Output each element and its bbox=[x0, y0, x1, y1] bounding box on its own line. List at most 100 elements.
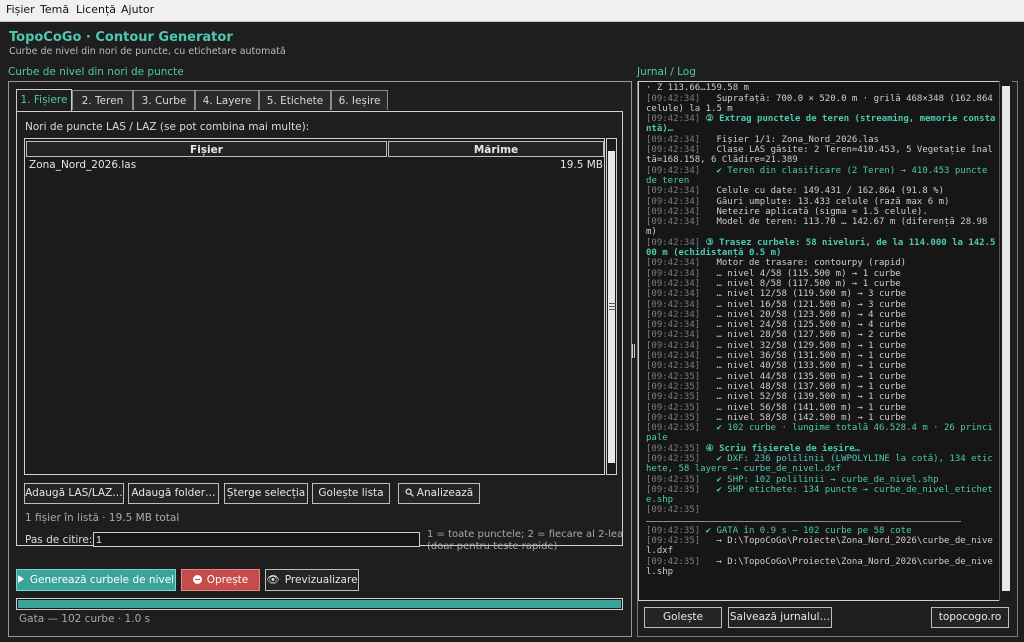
file-table-scrollbar[interactable] bbox=[606, 138, 617, 475]
analyze-button[interactable]: Analizează bbox=[398, 483, 480, 504]
log-timestamp: [09:42:35] bbox=[646, 423, 701, 434]
app-subtitle: Curbe de nivel din nori de puncte, cu et… bbox=[9, 46, 286, 57]
log-line: [09:42:34] … nivel 36/58 (131.500 m) → 1… bbox=[646, 351, 996, 361]
log-line: [09:42:34] Clase LAS găsite: 2 Teren=410… bbox=[646, 145, 996, 166]
save-log-button[interactable]: Salvează jurnalul… bbox=[728, 607, 832, 628]
delete-selection-button[interactable]: Șterge selecția bbox=[224, 483, 308, 504]
menu-license[interactable]: Licență bbox=[76, 3, 116, 16]
app-title: TopoCoGo · Contour Generator bbox=[9, 30, 233, 45]
log-timestamp: [09:42:35] bbox=[646, 556, 701, 567]
log-line: [09:42:34] Suprafață: 700.0 × 520.0 m · … bbox=[646, 94, 996, 115]
log-timestamp: [09:42:35] bbox=[646, 474, 701, 485]
menu-help[interactable]: Ajutor bbox=[121, 3, 154, 16]
log-line: [09:42:35] … nivel 56/58 (141.500 m) → 1… bbox=[646, 403, 996, 413]
log-timestamp: [09:42:34] bbox=[646, 165, 701, 176]
tab-terrain[interactable]: 2. Teren bbox=[72, 90, 133, 110]
files-summary: 1 fișier în listă · 19.5 MB total bbox=[25, 512, 180, 524]
log-scrollbar[interactable] bbox=[999, 81, 1012, 601]
log-line: [09:42:35] ✔ DXF: 236 polilinii (LWPOLYL… bbox=[646, 454, 996, 475]
stop-icon bbox=[192, 575, 202, 584]
log-timestamp: [09:42:34] bbox=[646, 186, 701, 197]
log-message: … nivel 24/58 (125.500 m) → 4 curbe bbox=[700, 320, 907, 331]
log-message: Celule cu date: 149.431 / 162.864 (91.8 … bbox=[700, 186, 945, 197]
log-line: [09:42:34] … nivel 20/58 (123.500 m) → 4… bbox=[646, 310, 996, 320]
log-scrollbar-thumb[interactable] bbox=[1002, 86, 1010, 591]
log-line: [09:42:34] … nivel 24/58 (125.500 m) → 4… bbox=[646, 320, 996, 330]
log-timestamp: [09:42:34] bbox=[646, 258, 701, 269]
preview-button[interactable]: 👁 Previzualizare bbox=[265, 569, 359, 591]
tab-contours[interactable]: 3. Curbe bbox=[133, 90, 195, 110]
log-timestamp: [09:42:35] bbox=[646, 453, 701, 464]
column-header-file[interactable]: Fișier bbox=[26, 141, 387, 157]
log-message: … nivel 12/58 (119.500 m) → 3 curbe bbox=[700, 289, 907, 300]
log-separator bbox=[646, 520, 961, 522]
add-folder-button[interactable]: Adaugă folder… bbox=[128, 483, 219, 504]
preview-label: Previzualizare bbox=[284, 574, 358, 586]
log-timestamp: [09:42:34] bbox=[646, 289, 701, 300]
splitter-handle[interactable] bbox=[632, 344, 635, 358]
log-line: [09:42:34] Celule cu date: 149.431 / 162… bbox=[646, 186, 996, 196]
table-cell-size: 19.5 MB bbox=[560, 159, 603, 171]
tab-files[interactable]: 1. Fișiere bbox=[16, 89, 72, 111]
log-line: [09:42:35] ✔ SHP etichete: 134 puncte → … bbox=[646, 485, 996, 506]
read-step-hint-line1: 1 = toate punctele; 2 = fiecare al 2-lea bbox=[427, 529, 624, 540]
scrollbar-thumb[interactable] bbox=[608, 151, 616, 463]
log-line: [09:42:35] ④ Scriu fișierele de ieșire… bbox=[646, 444, 996, 454]
progress-bar-fill bbox=[18, 600, 621, 608]
log-message: ✔ GATA în 0.9 s — 102 curbe pe 58 cote bbox=[700, 525, 912, 536]
log-line: [09:42:35] bbox=[646, 505, 996, 515]
log-line: [09:42:34] ③ Trasez curbele: 58 niveluri… bbox=[646, 238, 996, 259]
menu-file[interactable]: Fișier bbox=[6, 3, 35, 16]
tab-labels[interactable]: 5. Etichete bbox=[259, 90, 331, 110]
log-timestamp: [09:42:35] bbox=[646, 412, 701, 423]
log-message: Zona_Nord_2026.las · 555000 pct · LAS 1.… bbox=[646, 81, 987, 94]
stop-button[interactable]: Oprește bbox=[181, 569, 260, 591]
log-message: … nivel 16/58 (121.500 m) → 3 curbe bbox=[700, 299, 907, 310]
progress-bar bbox=[16, 598, 623, 610]
log-line: [09:42:34] … nivel 16/58 (121.500 m) → 3… bbox=[646, 300, 996, 310]
website-button[interactable]: topocogo.ro bbox=[931, 607, 1009, 628]
log-message: … nivel 58/58 (142.500 m) → 1 curbe bbox=[700, 412, 907, 423]
column-header-size[interactable]: Mărime bbox=[388, 141, 604, 157]
log-message: … nivel 52/58 (139.500 m) → 1 curbe bbox=[700, 392, 907, 403]
log-timestamp: [09:42:35] bbox=[646, 392, 701, 403]
log-line: [09:42:34] … nivel 28/58 (127.500 m) → 2… bbox=[646, 330, 996, 340]
generate-contours-button[interactable]: Generează curbele de nivel bbox=[16, 569, 176, 591]
log-line: [09:42:35] … nivel 52/58 (139.500 m) → 1… bbox=[646, 392, 996, 402]
table-cell-file: Zona_Nord_2026.las bbox=[29, 159, 137, 171]
clear-list-button[interactable]: Golește lista bbox=[312, 483, 390, 504]
log-line: [09:42:34] … nivel 8/58 (117.500 m) → 1 … bbox=[646, 279, 996, 289]
tab-layers[interactable]: 4. Layere bbox=[195, 90, 259, 110]
log-line: [09:42:34] … nivel 40/58 (133.500 m) → 1… bbox=[646, 361, 996, 371]
log-timestamp: [09:42:35] bbox=[646, 484, 701, 495]
file-table[interactable]: Fișier Mărime Zona_Nord_2026.las 19.5 MB bbox=[24, 138, 605, 475]
table-row[interactable]: Zona_Nord_2026.las 19.5 MB bbox=[26, 158, 605, 172]
log-timestamp: [09:42:34] bbox=[646, 268, 701, 279]
log-timestamp: [09:42:34] bbox=[646, 309, 701, 320]
log-timestamp: [09:42:35] bbox=[646, 536, 701, 547]
log-timestamp: [09:42:34] bbox=[646, 217, 701, 228]
read-step-hint-line2: (doar pentru teste rapide) bbox=[427, 541, 558, 552]
clear-log-button[interactable]: Golește bbox=[644, 607, 722, 628]
menu-theme[interactable]: Temă bbox=[40, 3, 69, 16]
log-timestamp: [09:42:35] bbox=[646, 505, 701, 516]
log-line: [09:42:34] ② Extrag punctele de teren (s… bbox=[646, 114, 996, 135]
log-line: [09:42:34] Motor de trasare: contourpy (… bbox=[646, 258, 996, 268]
add-las-laz-button[interactable]: Adaugă LAS/LAZ… bbox=[24, 483, 124, 504]
log-timestamp: [09:42:34] bbox=[646, 330, 701, 341]
read-step-label: Pas de citire: bbox=[25, 534, 93, 546]
log-line: [09:42:34] ✔ Teren din clasificare (2 Te… bbox=[646, 166, 996, 187]
log-line: [09:42:34] Fișier 1/1: Zona_Nord_2026.la… bbox=[646, 135, 996, 145]
files-intro-text: Nori de puncte LAS / LAZ (se pot combina… bbox=[25, 121, 310, 133]
log-timestamp: [09:42:34] bbox=[646, 237, 701, 248]
log-timestamp: [09:42:35] bbox=[646, 371, 701, 382]
log-message: … nivel 40/58 (133.500 m) → 1 curbe bbox=[700, 361, 907, 372]
log-line: [09:42:34] Zona_Nord_2026.las · 555000 p… bbox=[646, 81, 996, 94]
log-message: … nivel 28/58 (127.500 m) → 2 curbe bbox=[700, 330, 907, 341]
log-line: [09:42:35] ✔ 102 curbe · lungime totală … bbox=[646, 423, 996, 444]
tab-output[interactable]: 6. Ieșire bbox=[331, 90, 388, 110]
log-timestamp: [09:42:34] bbox=[646, 196, 701, 207]
log-message: Fișier 1/1: Zona_Nord_2026.las bbox=[700, 134, 879, 145]
read-step-input[interactable] bbox=[93, 532, 420, 547]
log-timestamp: [09:42:35] bbox=[646, 381, 701, 392]
